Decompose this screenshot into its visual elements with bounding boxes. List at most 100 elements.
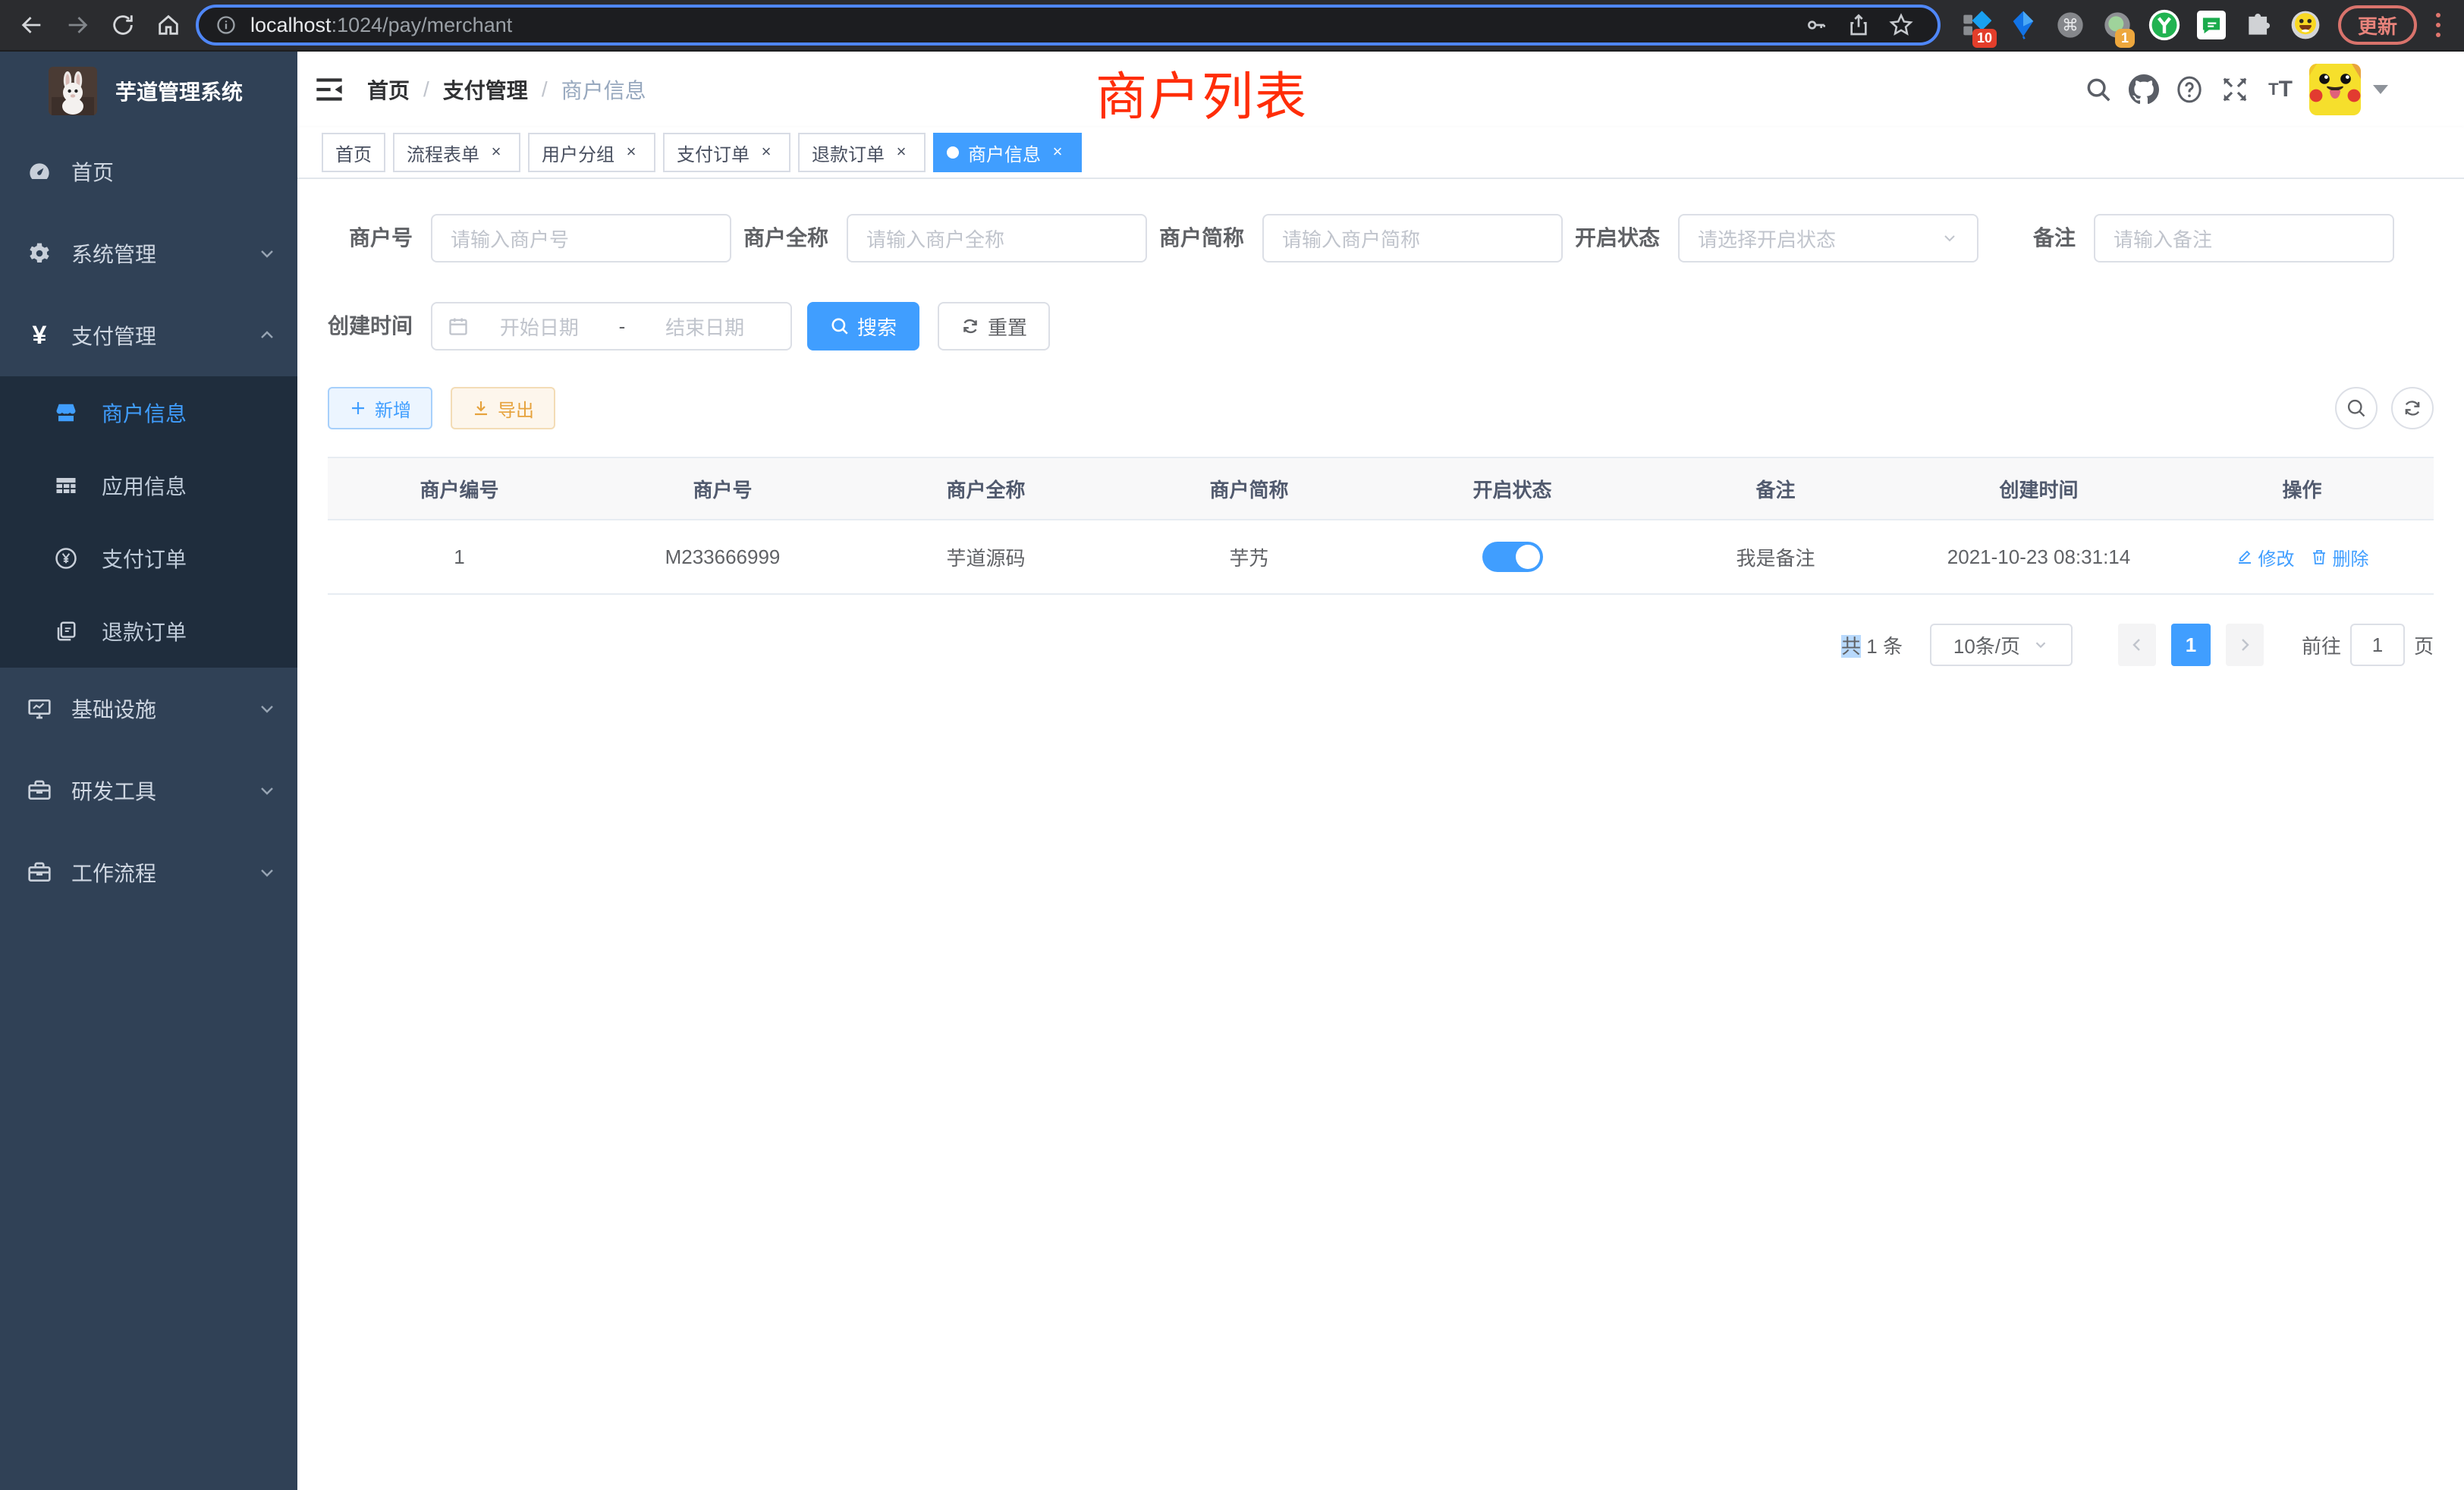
- page-1-button[interactable]: 1: [2171, 624, 2211, 666]
- extension-emoji-icon[interactable]: [2282, 0, 2329, 51]
- cell-actions: 修改 删除: [2170, 520, 2434, 593]
- sidebar-item-payment[interactable]: ¥ 支付管理: [0, 294, 297, 376]
- sidebar-item-workflow[interactable]: 工作流程: [0, 831, 297, 913]
- share-icon[interactable]: [1837, 13, 1880, 37]
- browser-home-button[interactable]: [146, 2, 191, 48]
- trash-icon: [2310, 548, 2328, 566]
- th-merchant-id: 商户编号: [328, 458, 591, 519]
- filter-row-2: 创建时间 开始日期 - 结束日期 搜索 重置: [328, 302, 2434, 350]
- user-avatar[interactable]: [2309, 64, 2361, 115]
- navbar: 首页 / 支付管理 / 商户信息 TT: [297, 52, 2464, 127]
- sidebar-item-infra[interactable]: 基础设施: [0, 668, 297, 750]
- cell-merchant-no: M233666999: [591, 520, 854, 593]
- extension-pin-icon[interactable]: 10: [1953, 0, 2000, 51]
- sidebar-toggle-button[interactable]: [303, 52, 355, 127]
- sidebar-item-home[interactable]: 首页: [0, 130, 297, 212]
- extension-proxy-icon[interactable]: 1: [2094, 0, 2141, 51]
- tab-user-group[interactable]: 用户分组×: [528, 133, 655, 172]
- password-key-icon[interactable]: [1795, 13, 1837, 37]
- yen-circle-icon: [55, 547, 77, 570]
- breadcrumb-payment[interactable]: 支付管理: [443, 74, 528, 105]
- toolbox-icon: [27, 860, 52, 885]
- tab-process-form[interactable]: 流程表单×: [393, 133, 520, 172]
- browser-back-button[interactable]: [9, 2, 55, 48]
- extension-chat-icon[interactable]: [2188, 0, 2235, 51]
- close-icon[interactable]: ×: [756, 142, 777, 163]
- delete-link[interactable]: 删除: [2310, 544, 2369, 571]
- sidebar-item-system[interactable]: 系统管理: [0, 212, 297, 294]
- gear-icon: [27, 241, 52, 266]
- extension-y-icon[interactable]: [2141, 0, 2188, 51]
- sidebar-item-pay-order[interactable]: 支付订单: [0, 522, 297, 595]
- table-header: 商户编号 商户号 商户全称 商户简称 开启状态 备注 创建时间 操作: [328, 457, 2434, 520]
- show-search-toggle-button[interactable]: [2335, 387, 2378, 429]
- remark-input[interactable]: 请输入备注: [2094, 214, 2394, 262]
- close-icon[interactable]: ×: [621, 142, 642, 163]
- tab-refund-order[interactable]: 退款订单×: [798, 133, 926, 172]
- help-icon[interactable]: [2167, 52, 2212, 127]
- chevron-down-icon: [258, 699, 276, 718]
- avatar-caret-icon[interactable]: [2373, 85, 2388, 94]
- header-search-icon[interactable]: [2076, 52, 2121, 127]
- refresh-icon: [960, 316, 980, 336]
- browser-forward-button[interactable]: [55, 2, 100, 48]
- search-icon: [2346, 398, 2367, 419]
- close-icon[interactable]: ×: [891, 142, 912, 163]
- sidebar-item-app-info[interactable]: 应用信息: [0, 449, 297, 522]
- export-button[interactable]: 导出: [451, 387, 555, 429]
- sidebar-item-dev-tools[interactable]: 研发工具: [0, 750, 297, 831]
- page-size-select[interactable]: 10条/页: [1930, 624, 2073, 666]
- tab-merchant-info[interactable]: 商户信息×: [933, 133, 1082, 172]
- breadcrumb-home[interactable]: 首页: [367, 74, 410, 105]
- browser-menu-icon[interactable]: [2425, 13, 2452, 37]
- tab-pay-order[interactable]: 支付订单×: [663, 133, 790, 172]
- extensions-puzzle-icon[interactable]: [2235, 0, 2282, 51]
- extension-kite-icon[interactable]: [2000, 0, 2047, 51]
- next-page-button[interactable]: [2226, 624, 2264, 666]
- address-bar[interactable]: localhost:1024/pay/merchant: [196, 5, 1941, 46]
- svg-text:⌘: ⌘: [2062, 17, 2079, 36]
- add-button[interactable]: 新增: [328, 387, 432, 429]
- browser-chrome: localhost:1024/pay/merchant 10 ⌘ 1 更新: [0, 0, 2464, 52]
- app-title: 芋道管理系统: [115, 76, 243, 106]
- sidebar-item-refund-order[interactable]: 退款订单: [0, 595, 297, 668]
- close-icon[interactable]: ×: [486, 142, 507, 163]
- prev-page-button[interactable]: [2118, 624, 2156, 666]
- plus-icon: [349, 399, 367, 417]
- create-time-range-input[interactable]: 开始日期 - 结束日期: [431, 302, 792, 350]
- home-icon: [156, 12, 181, 38]
- goto-page-input[interactable]: [2350, 624, 2405, 666]
- extension-command-icon[interactable]: ⌘: [2047, 0, 2094, 51]
- short-name-label: 商户简称: [1159, 214, 1262, 262]
- sidebar-item-merchant-info[interactable]: 商户信息: [0, 376, 297, 449]
- navbar-actions: TT: [2076, 52, 2388, 127]
- search-button[interactable]: 搜索: [807, 302, 919, 350]
- browser-reload-button[interactable]: [100, 2, 146, 48]
- refresh-table-button[interactable]: [2391, 387, 2434, 429]
- status-select[interactable]: 请选择开启状态: [1678, 214, 1978, 262]
- breadcrumb-current: 商户信息: [561, 74, 646, 105]
- github-icon[interactable]: [2121, 52, 2167, 127]
- status-label: 开启状态: [1575, 214, 1678, 262]
- edit-link[interactable]: 修改: [2236, 544, 2295, 571]
- close-icon[interactable]: ×: [1047, 142, 1068, 163]
- merchant-table: 商户编号 商户号 商户全称 商户简称 开启状态 备注 创建时间 操作 1 M23…: [328, 457, 2434, 595]
- full-name-input[interactable]: 请输入商户全称: [847, 214, 1147, 262]
- merchant-no-input[interactable]: 请输入商户号: [431, 214, 731, 262]
- th-full-name: 商户全称: [854, 458, 1117, 519]
- fullscreen-icon[interactable]: [2212, 52, 2258, 127]
- tab-home[interactable]: 首页: [322, 133, 385, 172]
- font-size-icon[interactable]: TT: [2258, 52, 2303, 127]
- status-toggle[interactable]: [1482, 542, 1543, 572]
- merchant-no-label: 商户号: [328, 214, 431, 262]
- short-name-input[interactable]: 请输入商户简称: [1262, 214, 1563, 262]
- th-short-name: 商户简称: [1117, 458, 1381, 519]
- browser-update-button[interactable]: 更新: [2338, 5, 2417, 45]
- app-logo[interactable]: 芋道管理系统: [0, 52, 297, 130]
- bookmark-star-icon[interactable]: [1880, 12, 1922, 38]
- site-info-icon[interactable]: [215, 14, 237, 36]
- forward-icon: [64, 12, 90, 38]
- main-content: 商户号 请输入商户号 商户全称 请输入商户全称 商户简称 请输入商户简称 开启状…: [297, 179, 2464, 1490]
- chevron-down-icon: [1941, 229, 1959, 247]
- reset-button[interactable]: 重置: [938, 302, 1050, 350]
